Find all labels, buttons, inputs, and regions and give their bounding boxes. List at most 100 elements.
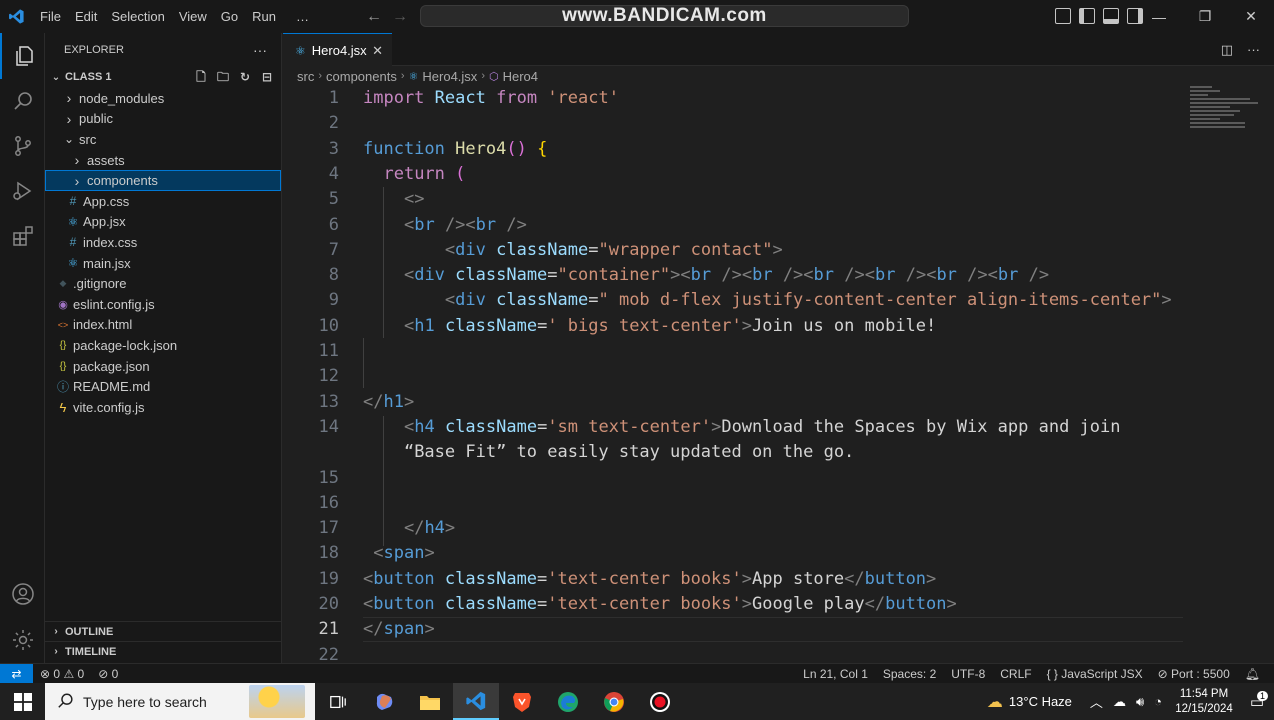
speaker-icon[interactable]: 🔊︎ (1136, 694, 1144, 710)
toggle-panel-icon[interactable] (1103, 8, 1119, 24)
accounts-icon[interactable] (0, 571, 45, 617)
breadcrumb-symbol[interactable]: Hero4 (503, 69, 538, 84)
explorer-icon[interactable] (0, 33, 45, 79)
tree-item-package-json[interactable]: {} package.json (45, 356, 281, 377)
breadcrumb-src[interactable]: src (297, 69, 314, 84)
more-actions-icon[interactable]: ··· (253, 42, 267, 58)
breadcrumb-components[interactable]: components (326, 69, 397, 84)
minimize-icon[interactable]: — (1136, 0, 1182, 33)
remote-indicator-icon[interactable]: ⇄ (0, 664, 33, 684)
new-folder-icon[interactable]: 🗀 (215, 69, 231, 85)
brave-browser-icon[interactable] (499, 683, 545, 720)
edge-browser-icon[interactable] (545, 683, 591, 720)
weather-icon[interactable]: ☁ (987, 692, 1003, 712)
search-magnifier-icon (58, 693, 73, 708)
command-center[interactable]: www.BANDICAM.com (420, 5, 909, 27)
code-editor[interactable]: 1 import React from 'react' 2 3 function H… (283, 86, 1274, 665)
back-arrow-icon[interactable]: ← (366, 8, 382, 26)
folder-header[interactable]: ⌄ CLASS 1 🗋 🗀 ↻ ⊟ (45, 66, 281, 88)
timeline-section[interactable]: › TIMELINE (45, 641, 282, 661)
tree-item-src[interactable]: ⌄ src (45, 129, 281, 150)
menu-more[interactable]: … (289, 0, 316, 33)
weather-text[interactable]: 13°C Haze (1009, 694, 1072, 709)
line-code: <> (403, 189, 425, 210)
menu-edit[interactable]: Edit (68, 0, 104, 33)
menu-view[interactable]: View (172, 0, 214, 33)
search-icon[interactable] (0, 78, 45, 124)
git-diamond-icon: ◆ (59, 278, 67, 289)
ports-count: 0 (111, 667, 119, 681)
tree-item-components[interactable]: › components (45, 170, 281, 191)
editor-more-icon[interactable]: ··· (1247, 42, 1260, 58)
notification-center-icon[interactable]: ▭ 1 (1240, 690, 1274, 711)
run-debug-icon[interactable] (0, 168, 45, 214)
code-line: 18 <span> (283, 541, 1274, 566)
clock[interactable]: 11:54 PM 12/15/2024 (1168, 687, 1240, 717)
line-number: 14 (318, 416, 339, 437)
language-mode[interactable]: { } JavaScript JSX (1047, 667, 1143, 681)
tree-item-index-css[interactable]: # index.css (45, 232, 281, 253)
close-tab-icon[interactable]: ✕ (372, 43, 383, 59)
forward-arrow-icon[interactable]: → (392, 8, 408, 26)
tree-item-public[interactable]: › public (45, 109, 281, 130)
source-control-icon[interactable] (0, 123, 45, 169)
minimap[interactable] (1190, 86, 1260, 146)
close-window-icon[interactable]: ✕ (1228, 0, 1274, 33)
outline-label: OUTLINE (65, 625, 114, 638)
tree-item--gitignore[interactable]: ◆ .gitignore (45, 273, 281, 294)
chrome-browser-icon[interactable] (591, 683, 637, 720)
new-file-icon[interactable]: 🗋 (193, 69, 209, 85)
toggle-primary-sidebar-icon[interactable] (1079, 8, 1095, 24)
live-server-port[interactable]: ⊘ Port : 5500 (1158, 667, 1230, 681)
task-view-icon[interactable] (315, 683, 361, 720)
indentation[interactable]: Spaces: 2 (883, 667, 936, 681)
tree-item-node-modules[interactable]: › node_modules (45, 88, 281, 109)
taskbar-search[interactable]: Type here to search (45, 683, 315, 720)
menu-selection[interactable]: Selection (104, 0, 171, 33)
tree-item-vite-config-js[interactable]: ϟ vite.config.js (45, 397, 281, 418)
tree-item-index-html[interactable]: <> index.html (45, 315, 281, 336)
chevron-down-icon: ⌄ (63, 132, 75, 147)
chevron-right-icon: › (74, 152, 80, 169)
wifi-icon[interactable]: ◔ (1154, 694, 1162, 709)
tree-item-app-css[interactable]: # App.css (45, 191, 281, 212)
outline-section[interactable]: › OUTLINE (45, 621, 282, 641)
show-hidden-icons-icon[interactable]: ︿ (1090, 692, 1103, 711)
error-icon: ⊗ (40, 667, 51, 681)
file-explorer-icon[interactable] (407, 683, 453, 720)
bell-icon[interactable]: 🔔︎ (1245, 667, 1260, 681)
folder-actions: 🗋 🗀 ↻ ⊟ (193, 69, 275, 85)
tree-item-readme-md[interactable]: ⓘ README.md (45, 376, 281, 397)
tree-item-eslint-config-js[interactable]: ◉ eslint.config.js (45, 294, 281, 315)
vscode-taskbar-icon[interactable] (453, 683, 499, 720)
extensions-icon[interactable] (0, 213, 45, 259)
restore-icon[interactable]: ❐ (1182, 0, 1228, 33)
problems-indicator[interactable]: ⊗ 0 ⚠ 0 (40, 667, 84, 681)
menu-run[interactable]: Run (245, 0, 283, 33)
line-number: 8 (328, 265, 339, 286)
onedrive-icon[interactable]: ☁ (1113, 694, 1126, 710)
copilot-icon[interactable] (361, 683, 407, 720)
menu-file[interactable]: File (33, 0, 68, 33)
refresh-icon[interactable]: ↻ (237, 69, 253, 85)
error-count: 0 (53, 667, 61, 681)
split-editor-icon[interactable]: ◫ (1221, 42, 1233, 58)
ports-indicator[interactable]: ⊘ 0 (98, 667, 118, 681)
tab-hero4[interactable]: ⚛ Hero4.jsx ✕ (283, 33, 392, 67)
cursor-position[interactable]: Ln 21, Col 1 (803, 667, 868, 681)
customize-layout-icon[interactable] (1055, 8, 1071, 24)
tree-item-package-lock-json[interactable]: {} package-lock.json (45, 335, 281, 356)
breadcrumb-file[interactable]: Hero4.jsx (422, 69, 477, 84)
manage-gear-icon[interactable] (0, 617, 45, 663)
line-ending[interactable]: CRLF (1000, 667, 1031, 681)
tree-item-main-jsx[interactable]: ⚛ main.jsx (45, 253, 281, 274)
tree-item-app-jsx[interactable]: ⚛ App.jsx (45, 212, 281, 233)
menu-go[interactable]: Go (214, 0, 245, 33)
line-code: <h1 className=' bigs text-center'>Join u… (403, 315, 937, 336)
windows-start-icon[interactable] (0, 683, 45, 720)
bandicam-record-icon[interactable] (637, 683, 683, 720)
collapse-all-icon[interactable]: ⊟ (259, 69, 275, 85)
tree-item-assets[interactable]: › assets (45, 150, 281, 171)
line-number: 21 (318, 619, 339, 640)
encoding[interactable]: UTF-8 (951, 667, 985, 681)
